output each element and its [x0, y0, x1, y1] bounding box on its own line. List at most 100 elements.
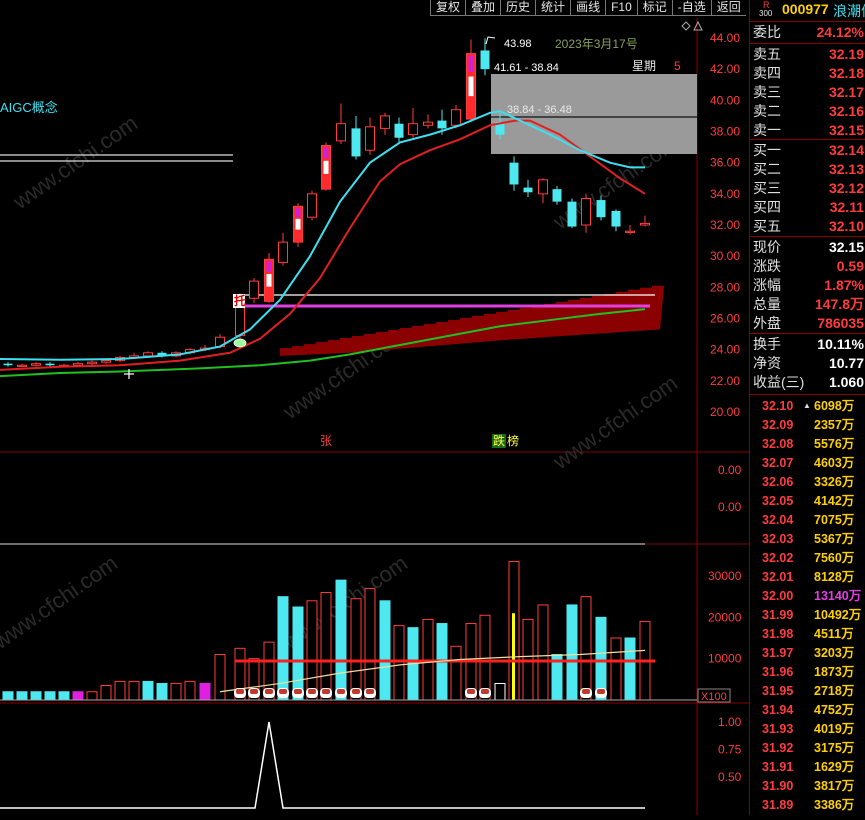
tick-row[interactable]: 31.90 3817万	[750, 777, 865, 795]
toolbar-button[interactable]: 历史	[500, 0, 536, 16]
weibi-row: 委比 24.12%	[750, 22, 865, 42]
quote-row: 卖一 32.15	[750, 120, 865, 140]
tick-price: 32.03	[762, 532, 794, 546]
quote-row-label: 涨跌	[753, 258, 781, 274]
toolbar-button[interactable]: 返回	[710, 0, 746, 16]
tick-row[interactable]: 31.95 2718万	[750, 682, 865, 700]
candle	[567, 198, 577, 229]
top-icons[interactable]	[681, 20, 703, 31]
tick-volume: 5576万	[814, 437, 855, 451]
candle	[45, 362, 55, 367]
quote-row-label: 买二	[753, 161, 781, 177]
tick-row[interactable]: 31.89 3386万	[750, 796, 865, 814]
candle	[380, 112, 390, 135]
diamond-icon[interactable]	[681, 21, 691, 31]
quote-row: 总量 147.8万	[750, 294, 865, 314]
tick-row[interactable]: 32.10 6098万 ▲	[750, 397, 865, 415]
tick-row[interactable]: 32.02 7560万	[750, 549, 865, 567]
tick-row[interactable]: 32.03 5367万	[750, 530, 865, 548]
quote-row-label: 现价	[753, 239, 781, 255]
volume-bar	[30, 691, 42, 701]
volume-bar	[610, 637, 622, 701]
quote-row-label: 涨幅	[753, 277, 781, 293]
tick-row[interactable]: 31.98 4511万	[750, 625, 865, 643]
tick-row[interactable]: 31.96 1873万	[750, 663, 865, 681]
tuo-label: 托	[234, 293, 246, 308]
tick-row[interactable]: 32.09 2357万	[750, 416, 865, 434]
tick-row[interactable]: 32.04 7075万	[750, 511, 865, 529]
tick-price: 32.02	[762, 551, 794, 565]
tick-volume: 7560万	[814, 551, 855, 565]
chip-marker	[306, 688, 318, 698]
tick-row[interactable]: 31.93 4019万	[750, 720, 865, 738]
volume-bar	[379, 600, 391, 701]
tick-row[interactable]: 31.97 3203万	[750, 644, 865, 662]
tick-row[interactable]: 32.08 5576万	[750, 435, 865, 453]
toolbar-button[interactable]: -自选	[671, 0, 711, 16]
sector-label: AIGC概念	[0, 100, 58, 115]
tick-row[interactable]: 32.06 3326万	[750, 473, 865, 491]
candle	[625, 225, 635, 235]
quote-row: 卖五 32.19	[750, 44, 865, 64]
volume-axis-label: 10000	[708, 652, 742, 666]
tick-row[interactable]: 32.05 4142万	[750, 492, 865, 510]
weibi-label: 委比	[753, 24, 781, 40]
volume-bar	[292, 606, 304, 701]
quote-row-value: 32.15	[828, 122, 864, 138]
price-axis-label: 38.00	[710, 125, 740, 139]
tick-price: 31.91	[762, 760, 794, 774]
candle	[31, 362, 41, 367]
quote-row-value: 0.59	[836, 258, 864, 274]
tick-volume: 4511万	[814, 627, 854, 641]
tick-row[interactable]: 31.91 1629万	[750, 758, 865, 776]
tick-price: 32.06	[762, 475, 794, 489]
candle	[278, 232, 288, 266]
volume-bar	[44, 691, 56, 701]
toolbar-button[interactable]: F10	[605, 0, 637, 16]
chart-area[interactable]: www.cfchi.com www.cfchi.com www.cfchi.co…	[0, 0, 749, 815]
toolbar-button[interactable]: 画线	[570, 0, 606, 16]
tick-price: 31.99	[762, 608, 794, 622]
chip-marker	[335, 688, 347, 698]
kline-chart[interactable]: www.cfchi.com www.cfchi.com www.cfchi.co…	[0, 0, 749, 815]
chip-marker	[465, 688, 477, 698]
tick-price: 32.07	[762, 456, 794, 470]
tick-row[interactable]: 31.99 10492万	[750, 606, 865, 624]
volume-bar	[58, 691, 70, 701]
candle	[538, 178, 548, 204]
volume-bar	[128, 680, 140, 701]
triangle-icon[interactable]	[693, 20, 703, 31]
quote-row: 卖三 32.17	[750, 82, 865, 102]
quote-row-label: 买四	[753, 199, 781, 215]
quote-row-label: 净资	[753, 355, 781, 371]
zhang-label: 张	[320, 434, 332, 448]
candle	[293, 203, 303, 247]
volume-bar	[277, 596, 289, 701]
tick-row[interactable]: 31.92 3175万	[750, 739, 865, 757]
volume-chips	[234, 688, 607, 698]
toolbar-button[interactable]: 统计	[535, 0, 571, 16]
quote-row-value: 1.060	[828, 374, 864, 390]
candle	[17, 363, 27, 367]
chip-marker	[350, 688, 362, 698]
price-axis-label: 44.00	[710, 31, 740, 45]
bang-label: 榜	[507, 433, 519, 448]
toolbar-button[interactable]: 标记	[636, 0, 672, 16]
price-axis-label: 28.00	[710, 280, 740, 294]
chip-marker	[595, 688, 607, 698]
quote-row-value: 10.77	[828, 355, 864, 371]
tick-row[interactable]: 32.00 13140万	[750, 587, 865, 605]
tick-price: 31.94	[762, 703, 794, 717]
quote-row-value: 786035	[817, 315, 864, 331]
toolbar-button[interactable]: 叠加	[465, 0, 501, 16]
toolbar-button[interactable]: 复权	[430, 0, 466, 16]
quote-row-label: 买一	[753, 142, 781, 158]
tick-price: 32.04	[762, 513, 794, 527]
chip-marker	[580, 688, 592, 698]
bottom-axis-label: 0.50	[718, 770, 742, 784]
volume-axis-label: 20000	[708, 610, 742, 624]
tick-row[interactable]: 32.01 8128万	[750, 568, 865, 586]
tick-row[interactable]: 32.07 4603万	[750, 454, 865, 472]
tick-row[interactable]: 31.94 4752万	[750, 701, 865, 719]
candle	[249, 277, 259, 303]
